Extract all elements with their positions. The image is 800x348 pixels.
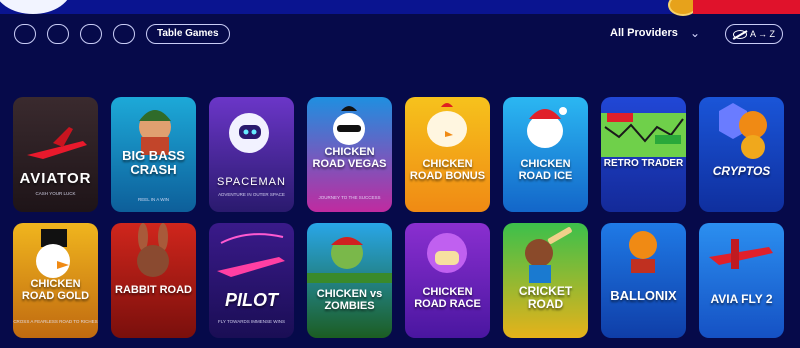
game-subtitle: adventure in outer space bbox=[218, 192, 285, 197]
promo-banner[interactable] bbox=[0, 0, 800, 16]
chevron-down-icon[interactable]: ⌄ bbox=[690, 26, 700, 40]
filter-chip-2[interactable] bbox=[47, 24, 69, 44]
sort-label: A → Z bbox=[749, 29, 775, 39]
sort-button[interactable]: A → Z bbox=[725, 24, 783, 44]
filter-bar: Table Games All Providers ⌄ A → Z bbox=[0, 24, 800, 46]
game-tile-cricket-road[interactable]: CRICKET ROAD bbox=[503, 223, 588, 338]
plane-icon bbox=[709, 239, 773, 269]
game-title: CRICKET ROAD bbox=[518, 284, 573, 311]
table-games-chip[interactable]: Table Games bbox=[146, 24, 230, 44]
game-tile-cryptos[interactable]: CRYPTOS bbox=[699, 97, 784, 212]
game-title: PILOT bbox=[225, 290, 278, 310]
trading-chart-icon bbox=[601, 113, 686, 157]
game-subtitle: fly towards immense wins bbox=[217, 319, 285, 324]
helmet-chicken-icon bbox=[427, 233, 467, 273]
chicken-icon bbox=[427, 103, 467, 147]
filter-chip-4[interactable] bbox=[113, 24, 135, 44]
banner-graphic bbox=[0, 0, 72, 14]
game-tile-aviator[interactable]: AVIATOR cash your luck bbox=[13, 97, 98, 212]
game-title: CHICKEN ROAD GOLD bbox=[21, 278, 90, 302]
eye-off-icon bbox=[732, 30, 747, 40]
game-tile-chicken-road-gold[interactable]: CHICKEN ROAD GOLD cross a fearless road … bbox=[13, 223, 98, 338]
game-tile-retro-trader[interactable]: RETRO TRADER bbox=[601, 97, 686, 212]
game-title: CRYPTOS bbox=[712, 164, 771, 178]
game-subtitle: reel in a win bbox=[137, 197, 170, 202]
game-title: CHICKEN ROAD ICE bbox=[518, 158, 573, 182]
game-subtitle: cross a fearless road to riches bbox=[13, 319, 98, 324]
game-title: CHICKEN ROAD BONUS bbox=[409, 158, 486, 182]
crypto-coins-icon bbox=[719, 103, 767, 159]
game-title: RABBIT ROAD bbox=[115, 284, 192, 296]
game-tile-pilot[interactable]: PILOT fly towards immense wins bbox=[209, 223, 294, 338]
game-tile-rabbit-road[interactable]: RABBIT ROAD bbox=[111, 223, 196, 338]
game-title: RETRO TRADER bbox=[603, 158, 684, 169]
filter-chip-3[interactable] bbox=[80, 24, 102, 44]
game-tile-chicken-road-vegas[interactable]: CHICKEN ROAD VEGAS journey to the succes… bbox=[307, 97, 392, 212]
rabbit-icon bbox=[137, 223, 169, 277]
game-tile-big-bass-crash[interactable]: BIG BASS CRASH reel in a win bbox=[111, 97, 196, 212]
game-tile-chicken-road-ice[interactable]: CHICKEN ROAD ICE bbox=[503, 97, 588, 212]
providers-dropdown[interactable]: All Providers bbox=[610, 27, 678, 39]
filter-chip-1[interactable] bbox=[14, 24, 36, 44]
game-title: AVIA FLY 2 bbox=[710, 292, 773, 306]
game-tile-chicken-road-race[interactable]: CHICKEN ROAD RACE bbox=[405, 223, 490, 338]
banner-red-panel bbox=[693, 0, 800, 14]
game-title: AVIATOR bbox=[19, 170, 92, 187]
game-title: BALLONIX bbox=[610, 288, 677, 303]
game-title: CHICKEN ROAD VEGAS bbox=[312, 146, 387, 170]
game-tile-ballonix[interactable]: BALLONIX bbox=[601, 223, 686, 338]
game-title: CHICKEN vs ZOMBIES bbox=[316, 288, 383, 312]
balloon-icon bbox=[629, 231, 657, 273]
game-tile-avia-fly-2[interactable]: AVIA FLY 2 bbox=[699, 223, 784, 338]
cricket-player-icon bbox=[525, 227, 572, 283]
game-subtitle: journey to the success bbox=[318, 195, 381, 200]
game-title: SPACEMAN bbox=[217, 176, 286, 188]
game-tile-spaceman[interactable]: SPACEMAN adventure in outer space bbox=[209, 97, 294, 212]
game-subtitle: cash your luck bbox=[35, 191, 76, 196]
game-title: BIG BASS CRASH bbox=[122, 148, 185, 177]
game-tile-chicken-vs-zombies[interactable]: CHICKEN vs ZOMBIES bbox=[307, 223, 392, 338]
game-tile-chicken-road-bonus[interactable]: CHICKEN ROAD BONUS bbox=[405, 97, 490, 212]
chicken-icon bbox=[527, 107, 567, 148]
zombie-icon bbox=[307, 237, 392, 283]
game-title: CHICKEN ROAD RACE bbox=[414, 286, 481, 310]
